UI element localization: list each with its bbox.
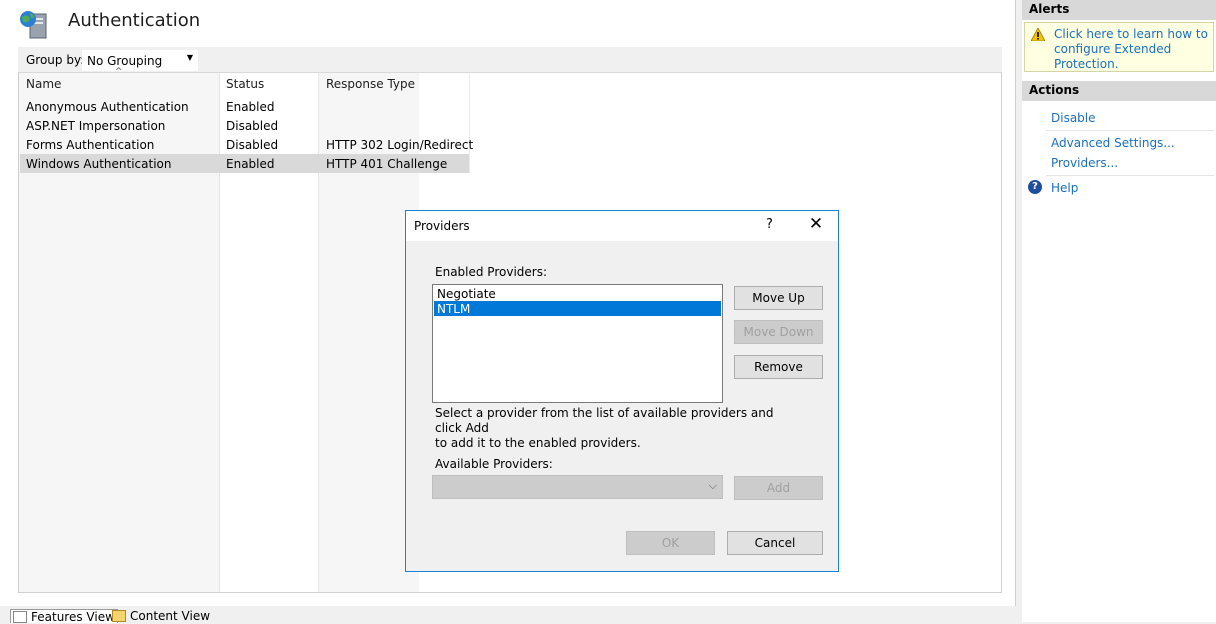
content-view-icon <box>112 610 126 622</box>
row-status: Disabled <box>226 119 279 133</box>
group-by-dropdown[interactable]: No Grouping ▼ <box>82 50 198 71</box>
instruction-line-1: Select a provider from the list of avail… <box>435 406 774 435</box>
dialog-title: Providers <box>414 219 470 233</box>
column-header-status[interactable]: Status <box>226 77 264 91</box>
row-response-type: HTTP 302 Login/Redirect <box>326 138 474 152</box>
row-name: Windows Authentication <box>26 157 172 171</box>
view-tabs: Features View Content View <box>0 606 1016 624</box>
page-title: Authentication <box>68 10 201 31</box>
features-view-icon <box>13 611 27 623</box>
available-providers-dropdown[interactable]: ⌵ <box>432 475 723 499</box>
alert-box: Click here to learn how to configure Ext… <box>1024 22 1214 72</box>
row-name: ASP.NET Impersonation <box>26 119 166 133</box>
tab-label: Content View <box>130 609 211 623</box>
dialog-help-button[interactable]: ? <box>766 217 773 232</box>
cancel-button[interactable]: Cancel <box>727 531 823 555</box>
enabled-providers-label: Enabled Providers: <box>435 265 548 279</box>
chevron-down-icon: ⌵ <box>708 479 717 492</box>
table-row[interactable]: Anonymous Authentication Enabled <box>20 97 469 116</box>
add-button[interactable]: Add <box>734 476 823 500</box>
help-icon: ? <box>1028 180 1042 194</box>
group-by-label: Group by: <box>26 53 85 67</box>
row-name: Anonymous Authentication <box>26 100 189 114</box>
tab-features-view[interactable]: Features View <box>10 609 118 624</box>
column-header-name[interactable]: Name <box>26 77 61 91</box>
instruction-line-2: to add it to the enabled providers. <box>435 436 641 450</box>
column-divider <box>469 73 470 173</box>
instruction-text: Select a provider from the list of avail… <box>435 406 795 451</box>
row-status: Disabled <box>226 138 279 152</box>
column-header-response-type[interactable]: Response Type <box>326 77 415 91</box>
providers-dialog: Providers ? ✕ Enabled Providers: Negotia… <box>405 210 839 572</box>
dialog-titlebar: Providers ? ✕ <box>406 211 838 241</box>
row-status: Enabled <box>226 100 275 114</box>
available-providers-label: Available Providers: <box>435 457 553 471</box>
warning-icon <box>1031 28 1045 41</box>
dropdown-arrow-icon: ▼ <box>186 53 193 62</box>
dialog-close-icon[interactable]: ✕ <box>805 214 827 234</box>
actions-header: Actions <box>1022 81 1216 101</box>
remove-button[interactable]: Remove <box>734 355 823 379</box>
providers-action-link[interactable]: Providers... <box>1051 156 1118 170</box>
row-name: Forms Authentication <box>26 138 155 152</box>
move-up-button[interactable]: Move Up <box>734 286 823 310</box>
table-row-selected[interactable]: Windows Authentication Enabled HTTP 401 … <box>20 154 469 173</box>
table-row[interactable]: ASP.NET Impersonation Disabled <box>20 116 469 135</box>
actions-pane: Alerts Click here to learn how to config… <box>1022 0 1216 622</box>
row-status: Enabled <box>226 157 275 171</box>
list-item-selected[interactable]: NTLM <box>434 301 721 316</box>
actions-divider <box>1046 175 1214 176</box>
extended-protection-alert-link[interactable]: Click here to learn how to configure Ext… <box>1054 27 1212 72</box>
tab-content-view[interactable]: Content View <box>110 609 212 623</box>
group-by-value: No Grouping <box>87 54 163 68</box>
enabled-providers-list[interactable]: Negotiate NTLM <box>432 284 723 403</box>
list-item[interactable]: Negotiate <box>434 286 721 301</box>
table-row[interactable]: Forms Authentication Disabled HTTP 302 L… <box>20 135 473 154</box>
ok-button[interactable]: OK <box>626 531 715 555</box>
row-response-type: HTTP 401 Challenge <box>326 157 448 171</box>
advanced-settings-action-link[interactable]: Advanced Settings... <box>1051 136 1175 150</box>
help-action-link[interactable]: Help <box>1051 181 1078 195</box>
authentication-icon <box>20 11 47 39</box>
move-down-button[interactable]: Move Down <box>734 320 823 344</box>
disable-action-link[interactable]: Disable <box>1051 111 1096 125</box>
alerts-header: Alerts <box>1022 0 1216 20</box>
sort-ascending-icon: ^ <box>115 67 123 77</box>
group-by-bar: Group by: No Grouping ▼ <box>18 47 1002 73</box>
actions-divider <box>1046 130 1214 131</box>
